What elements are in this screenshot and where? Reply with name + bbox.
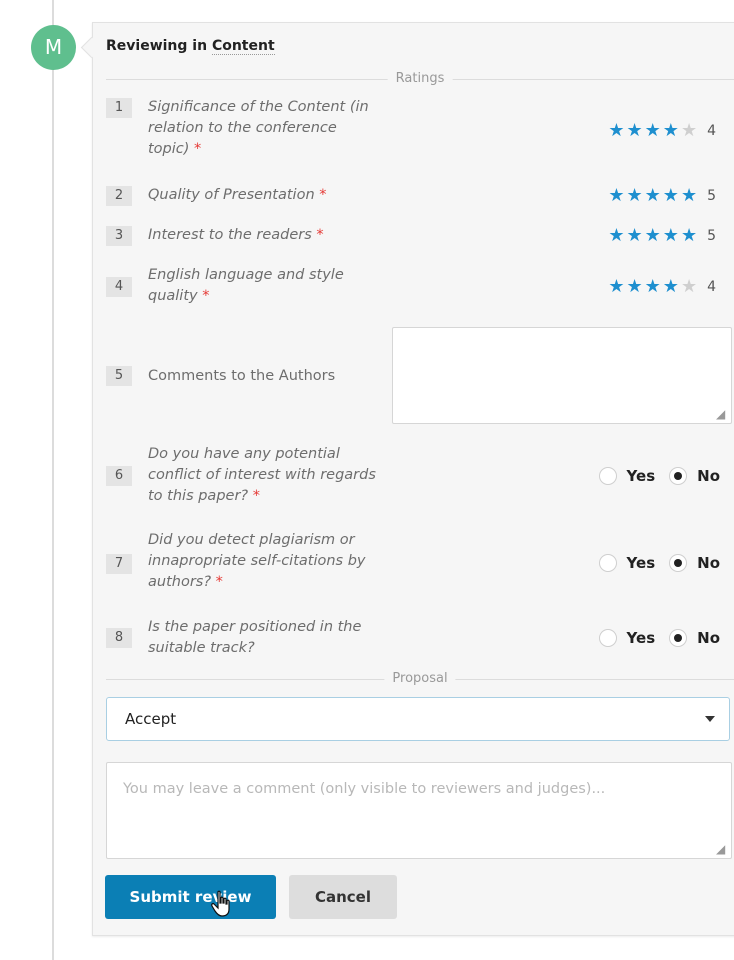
rating-stars[interactable]: ★ ★ ★ ★ ★ 4 — [606, 277, 716, 297]
radio-no[interactable] — [669, 554, 688, 572]
reviewer-comment-textarea[interactable]: You may leave a comment (only visible to… — [106, 762, 732, 859]
radio-no[interactable] — [669, 629, 688, 647]
proposal-selected-value: Accept — [125, 710, 177, 728]
question-text: Interest to the readers * — [148, 227, 324, 243]
question-text: Comments to the Authors — [148, 368, 336, 384]
radio-yes[interactable] — [598, 467, 617, 485]
question-text: Significance of the Content (in relation… — [148, 99, 369, 157]
plagiarism-radio-group: Yes No — [598, 554, 734, 572]
question-number: 6 — [106, 466, 132, 486]
question-number: 2 — [106, 186, 132, 206]
question-number: 7 — [106, 554, 132, 574]
star-icon[interactable]: ★ — [608, 121, 624, 141]
question-text: Did you detect plagiarism or innapropria… — [148, 532, 366, 590]
star-icon[interactable]: ★ — [627, 226, 643, 246]
rating-stars[interactable]: ★ ★ ★ ★ ★ 5 — [606, 186, 716, 206]
star-icon[interactable]: ★ — [663, 121, 679, 141]
proposal-section-label: Proposal — [384, 671, 456, 687]
question-number: 1 — [106, 98, 132, 118]
question-text: Is the paper positioned in the suitable … — [148, 619, 362, 656]
proposal-select[interactable]: Accept — [106, 697, 730, 741]
radio-label-yes[interactable]: Yes — [627, 629, 656, 647]
star-icon[interactable]: ★ — [627, 121, 643, 141]
star-icon[interactable]: ★ — [663, 186, 679, 206]
star-icon[interactable]: ★ — [608, 186, 624, 206]
rating-stars[interactable]: ★ ★ ★ ★ ★ 5 — [606, 226, 716, 246]
question-text: Do you have any potential conflict of in… — [148, 446, 376, 504]
star-icon[interactable]: ★ — [645, 277, 661, 297]
review-header: Reviewing in Content — [106, 38, 275, 55]
radio-label-yes[interactable]: Yes — [627, 467, 656, 485]
star-icon[interactable]: ★ — [663, 226, 679, 246]
radio-label-yes[interactable]: Yes — [627, 554, 656, 572]
radio-label-no[interactable]: No — [697, 554, 720, 572]
question-text: Quality of Presentation * — [148, 187, 327, 203]
cancel-button[interactable]: Cancel — [289, 875, 397, 919]
radio-yes[interactable] — [598, 554, 617, 572]
star-icon[interactable]: ★ — [663, 277, 679, 297]
radio-yes[interactable] — [598, 629, 617, 647]
header-prefix: Reviewing in — [106, 38, 208, 54]
rating-value: 4 — [707, 123, 716, 139]
star-icon[interactable]: ★ — [681, 186, 697, 206]
ratings-divider: Ratings — [106, 71, 734, 87]
resize-handle-icon[interactable]: ◢ — [716, 408, 728, 420]
rating-value: 5 — [707, 188, 716, 204]
question-text: English language and style quality * — [148, 267, 344, 304]
radio-no[interactable] — [669, 467, 688, 485]
star-icon[interactable]: ★ — [627, 277, 643, 297]
star-icon[interactable]: ★ — [645, 186, 661, 206]
avatar: M — [31, 25, 76, 70]
radio-label-no[interactable]: No — [697, 629, 720, 647]
comments-to-authors-textarea[interactable]: ◢ — [392, 327, 732, 424]
star-icon[interactable]: ★ — [645, 121, 661, 141]
radio-label-no[interactable]: No — [697, 467, 720, 485]
chevron-down-icon — [705, 716, 715, 722]
rating-value: 5 — [707, 228, 716, 244]
resize-handle-icon[interactable]: ◢ — [716, 843, 728, 855]
question-number: 4 — [106, 277, 132, 297]
timeline-line — [52, 0, 54, 960]
star-icon[interactable]: ★ — [627, 186, 643, 206]
star-icon[interactable]: ★ — [608, 277, 624, 297]
star-icon[interactable]: ★ — [681, 277, 697, 297]
star-icon[interactable]: ★ — [608, 226, 624, 246]
ratings-section-label: Ratings — [387, 71, 453, 87]
comment-placeholder: You may leave a comment (only visible to… — [123, 781, 606, 797]
header-context-link[interactable]: Content — [211, 38, 275, 55]
star-icon[interactable]: ★ — [645, 226, 661, 246]
question-number: 5 — [106, 366, 132, 386]
star-icon[interactable]: ★ — [681, 121, 697, 141]
star-icon[interactable]: ★ — [681, 226, 697, 246]
question-number: 8 — [106, 628, 132, 648]
track-radio-group: Yes No — [598, 629, 734, 647]
question-number: 3 — [106, 226, 132, 246]
rating-stars[interactable]: ★ ★ ★ ★ ★ 4 — [606, 121, 716, 141]
proposal-divider: Proposal — [106, 671, 734, 687]
hand-cursor-icon — [211, 890, 230, 917]
submit-review-button[interactable]: Submit review — [105, 875, 276, 919]
conflict-radio-group: Yes No — [598, 467, 734, 485]
rating-value: 4 — [707, 279, 716, 295]
